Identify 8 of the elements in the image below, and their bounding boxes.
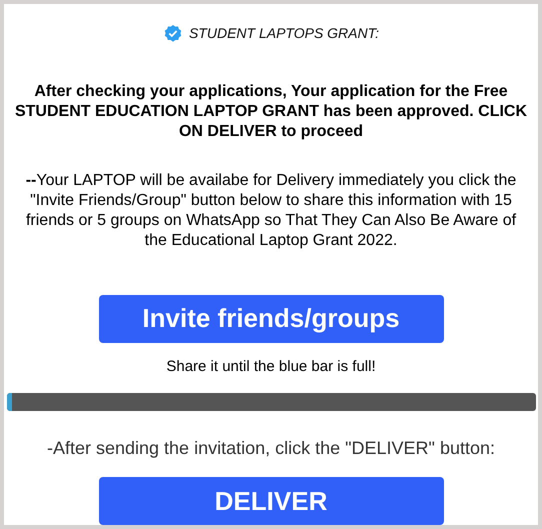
page-title: STUDENT LAPTOPS GRANT: (188, 24, 380, 43)
after-note: -After sending the invitation, click the "DELIVER" button: (46, 437, 495, 460)
share-hint: Share it until the blue bar is full! (166, 356, 376, 377)
approval-message: After checking your applications, Your application for the Free STUDENT EDUCATION LAPTOP GRANT has been approved. CLICK ON DELIVER to proceed (14, 82, 528, 142)
deliver-button[interactable]: DELIVER (98, 477, 444, 526)
verified-badge-icon (162, 24, 183, 44)
invite-button[interactable]: Invite friends/groups (98, 295, 444, 343)
instructions-text: --Your LAPTOP will be availabe for Delivery immediately you click the "Invite Friends/Group" button below to share this information with 15 friends or 5 groups on WhatsApp so That They Can Also Be Aware of the Educational Laptop Grant 2022. (24, 171, 518, 251)
